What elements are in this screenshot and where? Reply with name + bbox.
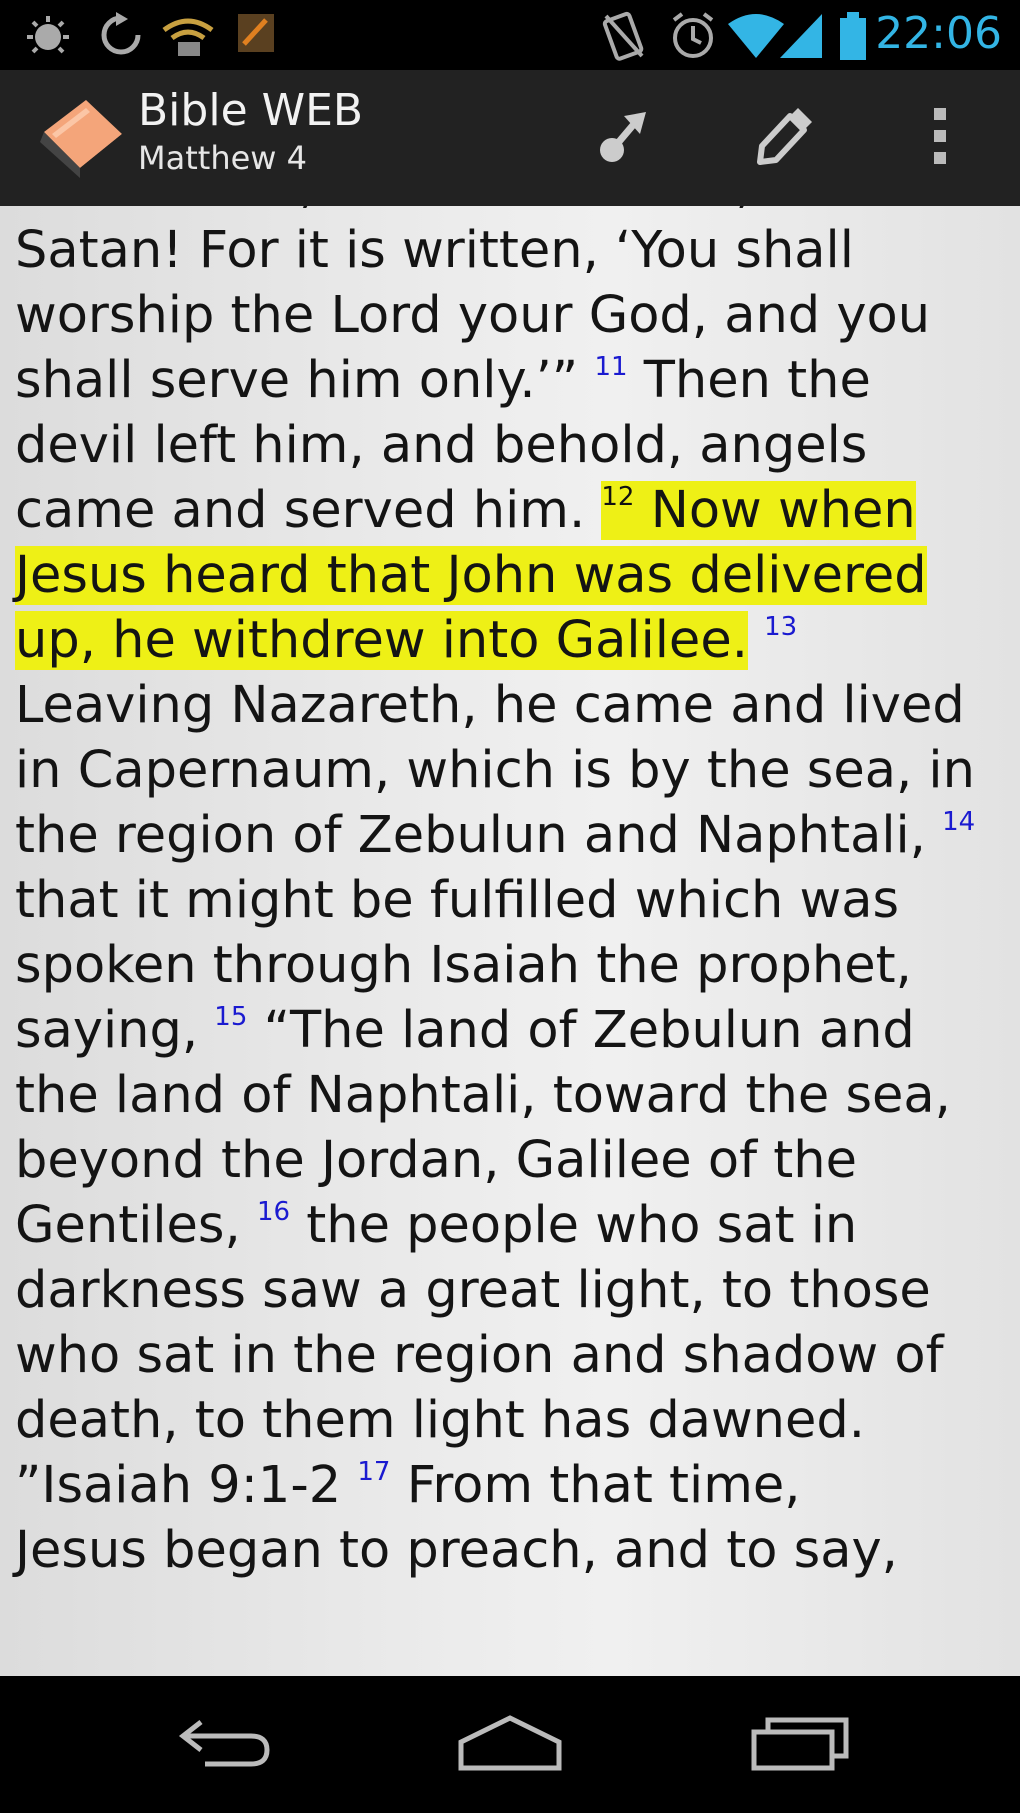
- chapter-text: said to him, “Get behind me,Satan! For i…: [15, 206, 1005, 1583]
- edit-button[interactable]: [742, 98, 822, 178]
- partial-top-line: said to him, “Get behind me,: [15, 206, 752, 215]
- reading-pane[interactable]: said to him, “Get behind me,Satan! For i…: [0, 206, 1020, 1676]
- status-time: 22:06: [875, 8, 1002, 59]
- app-notification-icon: [236, 10, 276, 58]
- no-sim-icon: [600, 10, 648, 66]
- status-bar: 22:06: [0, 0, 1020, 70]
- battery-icon: [838, 10, 868, 66]
- verse-number-15: 15: [214, 1002, 248, 1032]
- verse-number-12: 12: [601, 482, 635, 512]
- verse-number-13: 13: [764, 612, 798, 642]
- bible-app-icon[interactable]: [36, 92, 128, 186]
- recent-apps-icon: [750, 1712, 850, 1776]
- app-title: Bible WEB: [138, 85, 364, 136]
- edit-icon: [752, 106, 812, 170]
- sync-icon: [96, 10, 146, 64]
- wifi-hotspot-icon: [160, 10, 216, 64]
- verse-13-text[interactable]: Leaving Nazareth, he came and lived in C…: [15, 676, 975, 865]
- partial-bottom-line: Jesus began to preach, and to say,: [15, 1521, 898, 1580]
- verse-number-14: 14: [942, 807, 976, 837]
- share-icon: [594, 106, 650, 170]
- share-button[interactable]: [582, 98, 662, 178]
- debug-icon: [22, 10, 74, 66]
- overflow-menu-icon: [930, 106, 950, 170]
- signal-icon: [778, 10, 824, 64]
- home-button[interactable]: [445, 1704, 575, 1784]
- navigation-bar: [0, 1676, 1020, 1813]
- alarm-icon: [668, 10, 718, 66]
- action-bar: Bible WEB Matthew 4: [0, 70, 1020, 209]
- wifi-icon: [726, 10, 786, 64]
- verse-number-17: 17: [357, 1457, 391, 1487]
- overflow-menu-button[interactable]: [900, 98, 980, 178]
- back-button[interactable]: [160, 1704, 290, 1784]
- action-bar-titles: Bible WEB Matthew 4: [138, 84, 363, 178]
- verse-17-text[interactable]: From that time,: [390, 1456, 801, 1515]
- chapter-subtitle[interactable]: Matthew 4: [138, 138, 363, 178]
- home-icon: [455, 1712, 565, 1776]
- verse-number-11: 11: [594, 352, 628, 382]
- back-icon: [175, 1712, 275, 1776]
- recent-apps-button[interactable]: [735, 1704, 865, 1784]
- verse-number-16: 16: [256, 1197, 291, 1227]
